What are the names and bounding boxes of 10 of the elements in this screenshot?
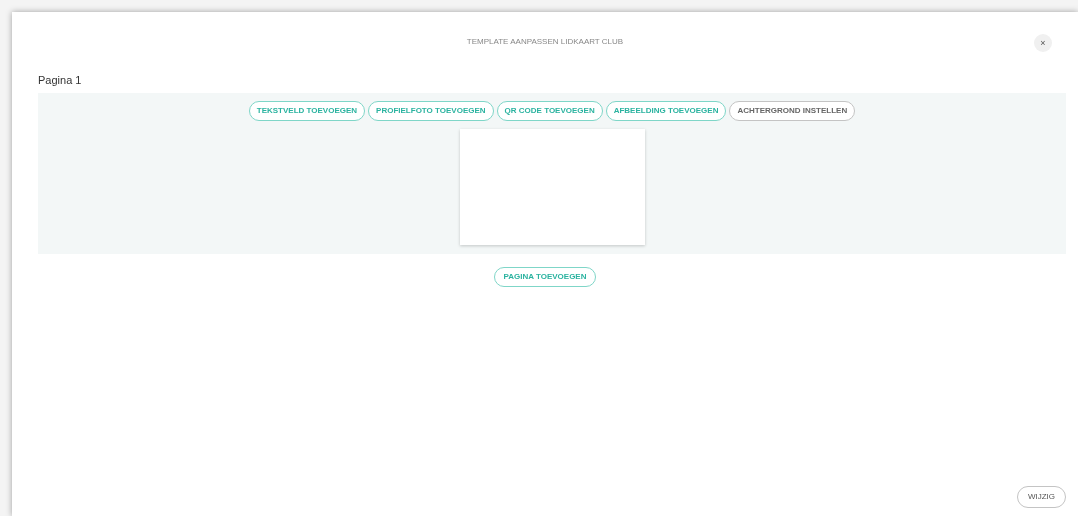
page-title: Pagina 1 (38, 73, 82, 88)
close-button[interactable]: × (1034, 34, 1052, 52)
toolbar-button[interactable]: QR CODE TOEVOEGEN (496, 100, 603, 121)
add-page-button[interactable]: PAGINA TOEVOEGEN (493, 266, 597, 287)
toolbar-button[interactable]: TEKSTVELD TOEVOEGEN (248, 100, 366, 121)
toolbar-button[interactable]: AFBEELDING TOEVOEGEN (605, 100, 727, 121)
dialog-title: TEMPLATE AANPASSEN LIDKAART CLUB (466, 36, 624, 48)
toolbar-button[interactable]: ACHTERGROND INSTELLEN (729, 100, 856, 121)
save-button[interactable]: WIJZIG (1016, 486, 1066, 508)
toolbar-button[interactable]: PROFIELFOTO TOEVOEGEN (368, 100, 494, 121)
